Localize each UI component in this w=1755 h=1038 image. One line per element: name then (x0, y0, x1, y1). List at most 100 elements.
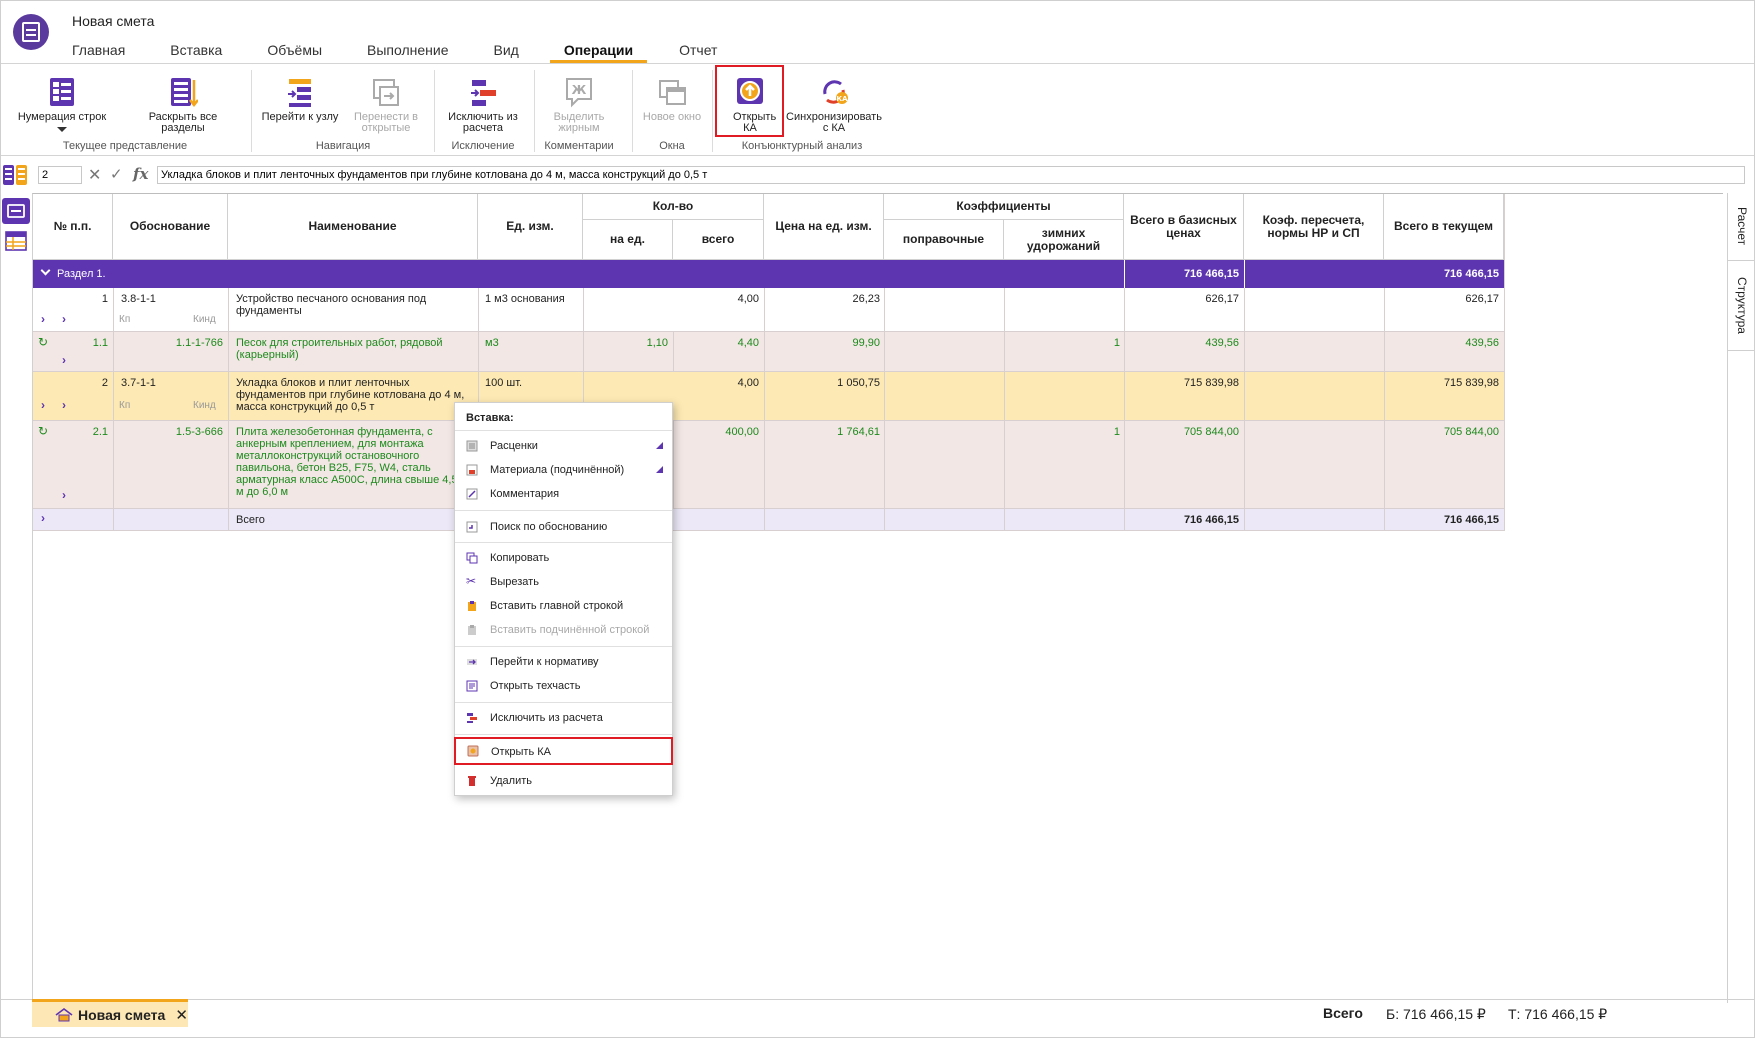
row-qty-total: 4,00 (737, 377, 759, 389)
section-total-base: 716 466,15 (1183, 268, 1239, 280)
chevron-right-icon[interactable]: › (41, 399, 45, 411)
chevron-right-icon[interactable]: › (62, 399, 66, 411)
menu-item-open-ka[interactable]: Открыть КА (454, 737, 673, 765)
move-to-opened-button[interactable]: Перенести в открытые (348, 76, 424, 134)
kind-label: Кинд (193, 314, 216, 325)
expand-all-icon (171, 78, 198, 108)
menu-item-search-basis[interactable]: Поиск по обоснованию (455, 516, 672, 538)
row-num: 2 (101, 377, 108, 389)
group-navigation-label: Навигация (315, 140, 371, 152)
new-window-label: Новое окно (642, 111, 702, 123)
col-header-qty-per[interactable]: на ед. (583, 220, 673, 260)
table-row-selected[interactable]: 2 › › 3.7-1-1 Кп Кинд Укладка блоков и п… (33, 372, 1504, 421)
row-coef-winter: 1 (1113, 426, 1120, 438)
view-toggle-icon[interactable] (2, 164, 28, 186)
copy-icon (466, 552, 478, 564)
col-header-num[interactable]: № п.п. (33, 194, 113, 260)
chevron-right-icon[interactable]: › (62, 489, 66, 501)
estimate-view-button[interactable] (2, 198, 30, 224)
close-icon[interactable]: ✕ (175, 1006, 188, 1024)
col-header-price[interactable]: Цена на ед. изм. (764, 194, 884, 260)
expand-all-button[interactable]: Раскрыть все разделы (140, 76, 226, 134)
menu-item-comment[interactable]: Комментария (455, 483, 672, 505)
col-header-qty-total[interactable]: всего (673, 220, 764, 260)
numbering-icon (50, 78, 74, 106)
comment-icon (466, 488, 478, 500)
go-to-node-button[interactable]: Перейти к узлу (258, 76, 342, 123)
row-price: 26,23 (852, 293, 880, 305)
tab-execution[interactable]: Выполнение (367, 38, 448, 64)
new-window-button[interactable]: Новое окно (638, 76, 706, 123)
tab-operations[interactable]: Операции (549, 38, 648, 64)
sync-ka-button[interactable]: КА Синхронизировать с КА (786, 76, 882, 134)
col-header-coef-corr[interactable]: поправочные (884, 220, 1004, 260)
col-header-total-base[interactable]: Всего в базисных ценах (1124, 194, 1244, 260)
menu-item-open-tech[interactable]: Открыть техчасть (455, 675, 672, 697)
section-label: Раздел 1. (57, 268, 106, 280)
move-to-opened-label: Перенести в открытые (353, 111, 419, 134)
col-header-recalc[interactable]: Коэф. пересчета, нормы НР и СП (1244, 194, 1384, 260)
table-view-button[interactable] (2, 228, 30, 254)
menu-item-delete[interactable]: Удалить (455, 770, 672, 792)
side-tab-calculation[interactable]: Расчет (1728, 193, 1755, 261)
fx-icon: fx (133, 165, 149, 183)
sync-ka-icon: КА (823, 80, 848, 104)
tech-part-icon (466, 680, 478, 692)
tab-volumes[interactable]: Объёмы (267, 38, 322, 64)
chevron-down-icon[interactable] (40, 265, 51, 276)
side-tab-structure[interactable]: Структура (1728, 261, 1755, 351)
section-row[interactable]: Раздел 1. 716 466,15 716 466,15 (33, 260, 1504, 288)
new-window-icon (659, 80, 686, 105)
chevron-right-icon[interactable]: › (41, 313, 45, 325)
menu-item-copy[interactable]: Копировать (455, 547, 672, 569)
estimate-grid: № п.п. Обоснование Наименование Ед. изм.… (32, 193, 1723, 1001)
menu-item-exclude[interactable]: Исключить из расчета (455, 707, 672, 729)
tab-view[interactable]: Вид (494, 38, 519, 64)
menu-item-rates[interactable]: Расценки (455, 435, 672, 457)
col-header-qty[interactable]: Кол-во (583, 194, 764, 220)
menu-item-paste-sub[interactable]: Вставить подчинённой строкой (455, 619, 672, 641)
cell-ref-input[interactable] (38, 166, 82, 184)
menu-item-label: Открыть КА (491, 746, 552, 758)
formula-input[interactable] (157, 166, 1745, 184)
chevron-right-icon[interactable]: › (41, 512, 45, 524)
tab-home[interactable]: Главная (72, 38, 125, 64)
total-row[interactable]: › Всего 716 466,15 716 466,15 (33, 509, 1504, 531)
table-row[interactable]: ↻ 2.1 › 1.5-3-666 Плита железобетонная ф… (33, 421, 1504, 509)
document-tab[interactable]: Новая смета ✕ (32, 999, 188, 1027)
col-header-coef[interactable]: Коэффициенты (884, 194, 1124, 220)
app-logo-icon[interactable] (13, 14, 49, 50)
formula-bar: ✕ ✓ fx (0, 164, 1755, 188)
expand-all-label: Раскрыть все разделы (148, 111, 218, 134)
right-side-panel: Расчет Структура (1727, 193, 1755, 1003)
context-menu-header: Вставка: (466, 412, 514, 424)
col-header-name[interactable]: Наименование (228, 194, 478, 260)
make-bold-button[interactable]: Ж Выделить жирным (540, 76, 618, 134)
row-num: 1.1 (92, 337, 108, 349)
row-num: 2.1 (92, 426, 108, 438)
row-unit: м3 (485, 337, 499, 349)
col-header-coef-winter[interactable]: зимних удорожаний (1004, 220, 1124, 260)
row-name: Песок для строительных работ, рядовой (к… (236, 337, 443, 361)
menu-item-paste-main[interactable]: Вставить главной строкой (455, 595, 672, 617)
row-num: 1 (101, 293, 108, 305)
cancel-icon[interactable]: ✕ (88, 165, 101, 185)
menu-item-material-sub[interactable]: Материала (подчинённой) (455, 459, 672, 481)
chevron-right-icon[interactable]: › (62, 354, 66, 366)
tab-report[interactable]: Отчет (679, 38, 717, 64)
col-header-unit[interactable]: Ед. изм. (478, 194, 583, 260)
search-basis-icon (466, 521, 478, 533)
menu-item-go-to-norm[interactable]: Перейти к нормативу (455, 651, 672, 673)
col-header-total-current[interactable]: Всего в текущем (1384, 194, 1504, 260)
chevron-right-icon[interactable]: › (62, 313, 66, 325)
table-row[interactable]: ↻ 1.1 › 1.1-1-766 Песок для строительных… (33, 332, 1504, 372)
total-label: Всего (236, 514, 265, 526)
tab-insert[interactable]: Вставка (170, 38, 222, 64)
table-row[interactable]: 1 › › 3.8-1-1 Кп Кинд Устройство песчано… (33, 288, 1504, 332)
exclude-from-calc-button[interactable]: Исключить из расчета (440, 76, 526, 134)
numbering-button[interactable]: Нумерация строк (14, 76, 110, 132)
row-coef-winter: 1 (1113, 337, 1120, 349)
col-header-basis[interactable]: Обоснование (113, 194, 228, 260)
check-icon[interactable]: ✓ (110, 165, 123, 183)
menu-item-cut[interactable]: ✂ Вырезать (455, 571, 672, 593)
